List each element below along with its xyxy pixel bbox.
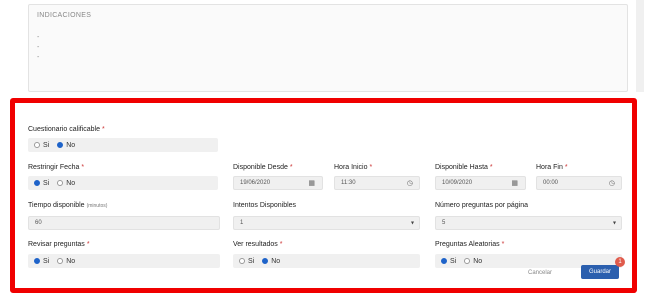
disponible-hasta-label-text: Disponible Hasta: [435, 164, 488, 171]
radio-label-no: No: [271, 257, 281, 265]
scrollbar[interactable]: [636, 0, 644, 92]
revisar-preguntas-no-radio[interactable]: [57, 258, 64, 264]
indicaciones-box[interactable]: INDICACIONES - - -: [28, 4, 628, 92]
preguntas-aleatorias-label: Preguntas Aleatorias *: [435, 241, 504, 248]
restringir-fecha-label-text: Restringir Fecha: [28, 164, 80, 171]
restringir-fecha-radio-group: Si No: [28, 176, 218, 190]
numero-preguntas-value: 5: [442, 220, 446, 226]
indicaciones-line: -: [37, 34, 40, 41]
hora-fin-time-input[interactable]: 00:00 ◷: [536, 176, 622, 190]
revisar-preguntas-label-text: Revisar preguntas: [28, 241, 85, 248]
disponible-desde-value: 19/06/2020: [240, 180, 271, 186]
numero-preguntas-label: Número preguntas por página: [435, 202, 528, 209]
tiempo-disponible-label: Tiempo disponible (minutos): [28, 202, 107, 209]
disponible-desde-label-text: Disponible Desde: [233, 164, 288, 171]
ver-resultados-no-radio[interactable]: [262, 258, 269, 264]
preguntas-aleatorias-si-radio[interactable]: [441, 258, 447, 264]
calendar-icon[interactable]: ▦: [511, 179, 518, 187]
disponible-hasta-value: 10/09/2020: [442, 180, 473, 186]
hora-fin-label-text: Hora Fin: [536, 164, 563, 171]
preguntas-aleatorias-no-radio[interactable]: [464, 258, 471, 264]
ver-resultados-si-radio[interactable]: [239, 258, 245, 264]
disponible-desde-date-input[interactable]: 19/06/2020 ▦: [233, 176, 323, 190]
calendar-icon[interactable]: ▦: [308, 179, 315, 187]
indicaciones-line: -: [37, 44, 40, 51]
indicaciones-line: -: [37, 54, 40, 61]
radio-label-no: No: [473, 257, 483, 265]
hora-fin-label: Hora Fin *: [536, 164, 568, 171]
clock-icon[interactable]: ◷: [609, 179, 615, 187]
cancel-button[interactable]: Cancelar: [528, 270, 552, 276]
radio-label-si: Si: [248, 257, 255, 265]
intentos-disponibles-select[interactable]: 1 ▾: [233, 216, 420, 230]
ver-resultados-label: Ver resultados *: [233, 241, 282, 248]
notification-badge: 1: [615, 257, 625, 267]
cuestionario-calificable-radio-group: Si No: [28, 138, 218, 152]
radio-label-si: Si: [43, 257, 50, 265]
radio-label-no: No: [66, 257, 76, 265]
cuestionario-calificable-no-radio[interactable]: [57, 142, 64, 148]
radio-label-si: Si: [450, 257, 457, 265]
intentos-disponibles-label: Intentos Disponibles: [233, 202, 296, 209]
restringir-fecha-si-radio[interactable]: [34, 180, 40, 186]
revisar-preguntas-si-radio[interactable]: [34, 258, 40, 264]
required-mark: *: [489, 164, 493, 171]
intentos-disponibles-value: 1: [240, 220, 244, 226]
chevron-down-icon: ▾: [410, 220, 414, 227]
save-button[interactable]: Guardar: [581, 265, 619, 279]
disponible-hasta-date-input[interactable]: 10/09/2020 ▦: [435, 176, 526, 190]
hora-fin-value: 00:00: [543, 180, 559, 186]
revisar-preguntas-radio-group: Si No: [28, 254, 220, 268]
chevron-down-icon: ▾: [612, 220, 616, 227]
required-mark: *: [101, 126, 105, 133]
radio-label-no: No: [66, 179, 76, 187]
tiempo-disponible-input[interactable]: 60: [28, 216, 220, 230]
hora-inicio-label-text: Hora Inicio: [334, 164, 368, 171]
required-mark: *: [501, 241, 505, 248]
numero-preguntas-select[interactable]: 5 ▾: [435, 216, 622, 230]
ver-resultados-label-text: Ver resultados: [233, 241, 278, 248]
tiempo-disponible-unit: (minutos): [86, 203, 108, 209]
hora-inicio-time-input[interactable]: 11:30 ◷: [334, 176, 420, 190]
ver-resultados-radio-group: Si No: [233, 254, 420, 268]
tiempo-disponible-value: 60: [35, 220, 42, 226]
tiempo-disponible-label-text: Tiempo disponible: [28, 202, 85, 209]
numero-preguntas-label-text: Número preguntas por página: [435, 202, 529, 209]
required-mark: *: [564, 164, 568, 171]
cuestionario-calificable-label-text: Cuestionario calificable: [28, 126, 100, 133]
radio-label-si: Si: [43, 141, 50, 149]
indicaciones-title: INDICACIONES: [37, 12, 92, 19]
restringir-fecha-no-radio[interactable]: [57, 180, 64, 186]
disponible-desde-label: Disponible Desde *: [233, 164, 293, 171]
disponible-hasta-label: Disponible Hasta *: [435, 164, 493, 171]
cuestionario-calificable-label: Cuestionario calificable *: [28, 126, 105, 133]
radio-label-no: No: [66, 141, 76, 149]
required-mark: *: [81, 164, 85, 171]
preguntas-aleatorias-label-text: Preguntas Aleatorias: [435, 241, 500, 248]
required-mark: *: [279, 241, 283, 248]
intentos-disponibles-label-text: Intentos Disponibles: [233, 202, 297, 209]
hora-inicio-value: 11:30: [341, 180, 356, 186]
cuestionario-calificable-si-radio[interactable]: [34, 142, 40, 148]
revisar-preguntas-label: Revisar preguntas *: [28, 241, 90, 248]
hora-inicio-label: Hora Inicio *: [334, 164, 372, 171]
required-mark: *: [369, 164, 373, 171]
required-mark: *: [289, 164, 293, 171]
required-mark: *: [86, 241, 90, 248]
clock-icon[interactable]: ◷: [407, 179, 413, 187]
restringir-fecha-label: Restringir Fecha *: [28, 164, 84, 171]
radio-label-si: Si: [43, 179, 50, 187]
